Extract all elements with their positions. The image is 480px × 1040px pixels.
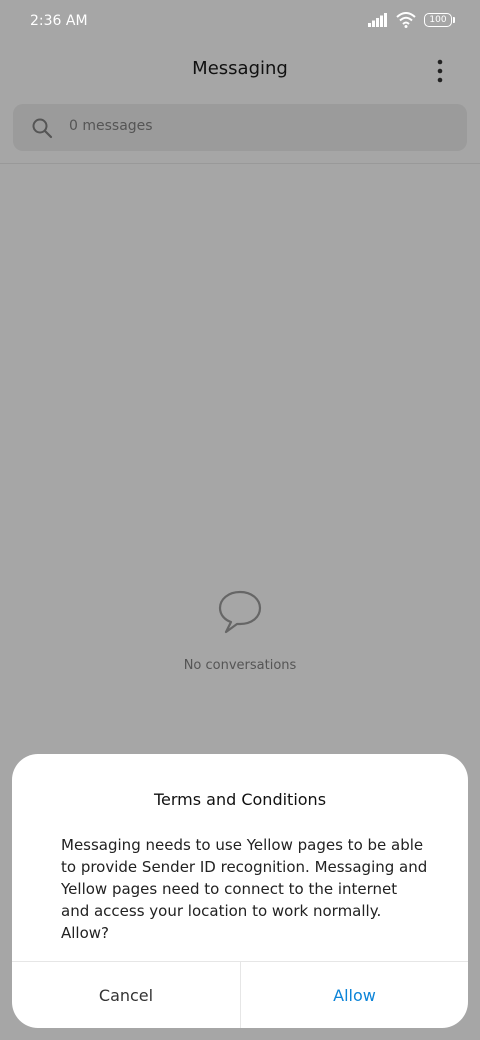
search-icon [32,118,53,139]
more-vertical-icon [437,59,443,83]
dialog-title: Terms and Conditions [153,790,327,809]
wifi-icon [396,12,416,28]
battery-level: 100 [429,15,447,25]
chat-bubble-icon [218,590,262,634]
status-time: 2:36 AM [30,13,88,29]
battery-icon: 100 [424,13,455,27]
messaging-screen: 2:36 AM 100 Messaging 0 messages No conv… [0,0,480,1040]
terms-dialog: Terms and Conditions Messaging needs to … [12,754,468,1028]
app-header: Messaging [0,44,480,96]
more-options-button[interactable] [426,58,454,84]
dialog-message: Messaging needs to use Yellow pages to b… [61,836,428,942]
signal-icon [368,13,387,27]
empty-state: No conversations [0,588,480,673]
search-placeholder: 0 messages [69,118,153,134]
allow-button[interactable]: Allow [241,962,468,1028]
empty-state-text: No conversations [183,658,297,673]
search-input[interactable]: 0 messages [13,104,467,151]
page-title: Messaging [192,58,288,79]
status-icons: 100 [368,12,455,28]
status-bar: 2:36 AM 100 [0,0,480,44]
cancel-button[interactable]: Cancel [12,962,240,1028]
header-divider [0,163,480,164]
